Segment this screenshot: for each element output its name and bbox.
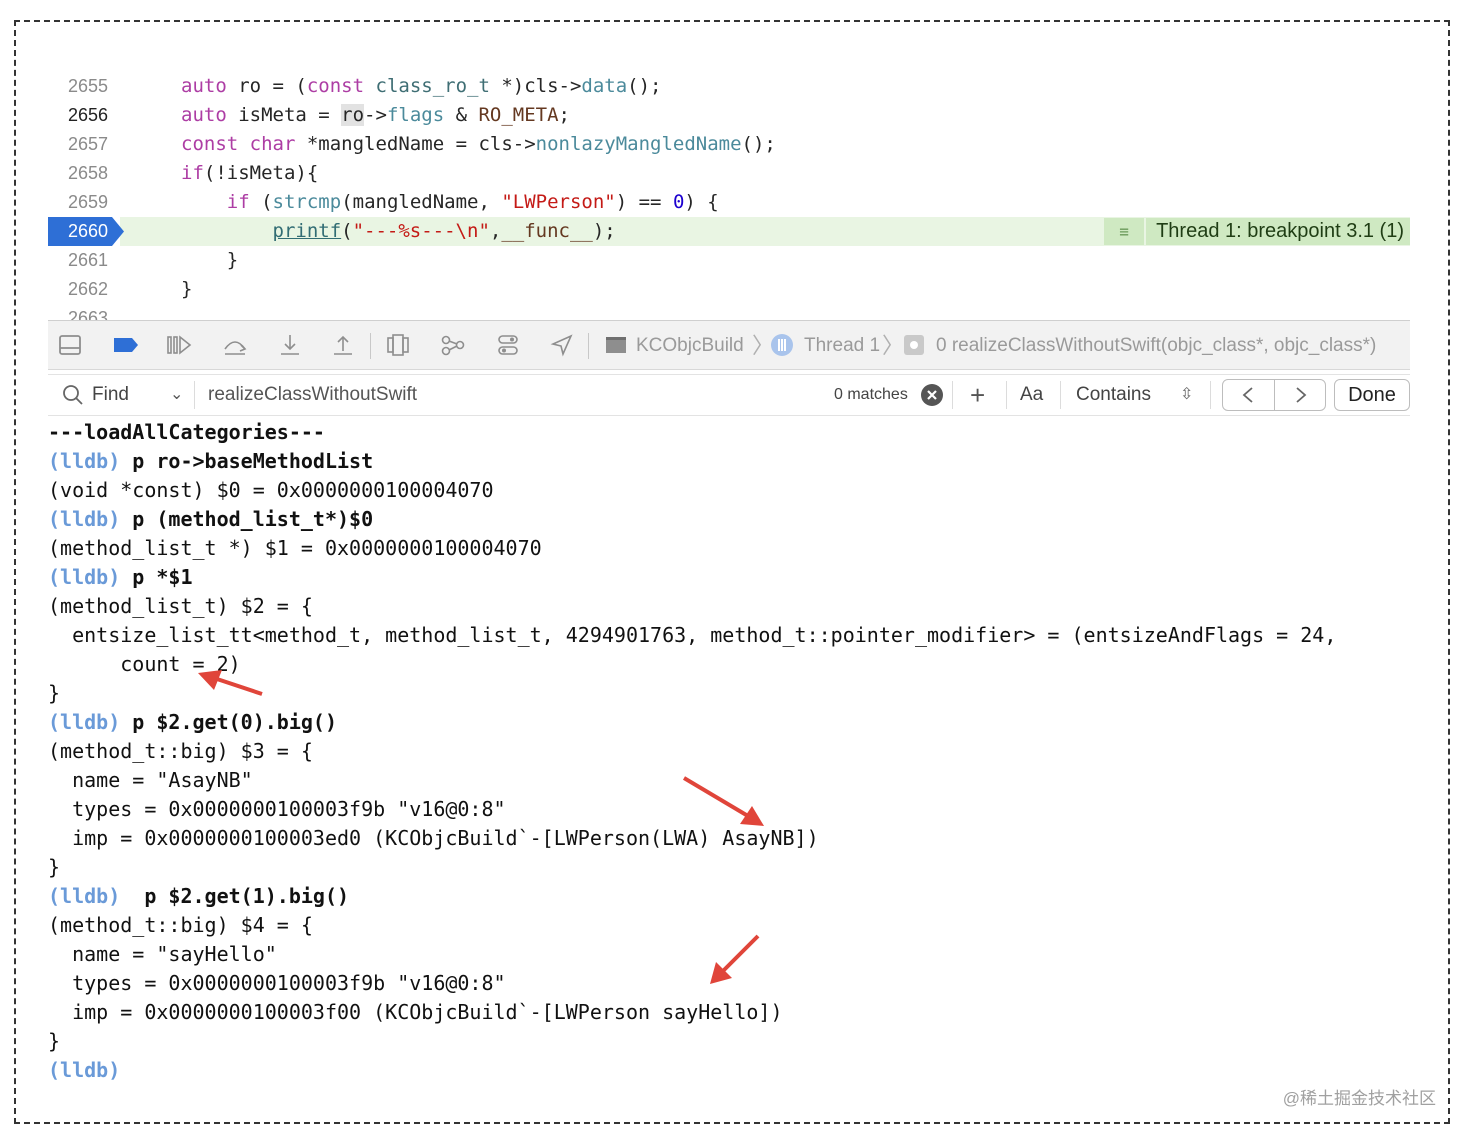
- annotation-arrow: [710, 934, 760, 984]
- watermark: @稀土掘金技术社区: [1282, 1089, 1436, 1108]
- annotation-arrow: [682, 776, 764, 826]
- annotation-arrow: [198, 670, 263, 696]
- annotation-arrows: [198, 670, 764, 984]
